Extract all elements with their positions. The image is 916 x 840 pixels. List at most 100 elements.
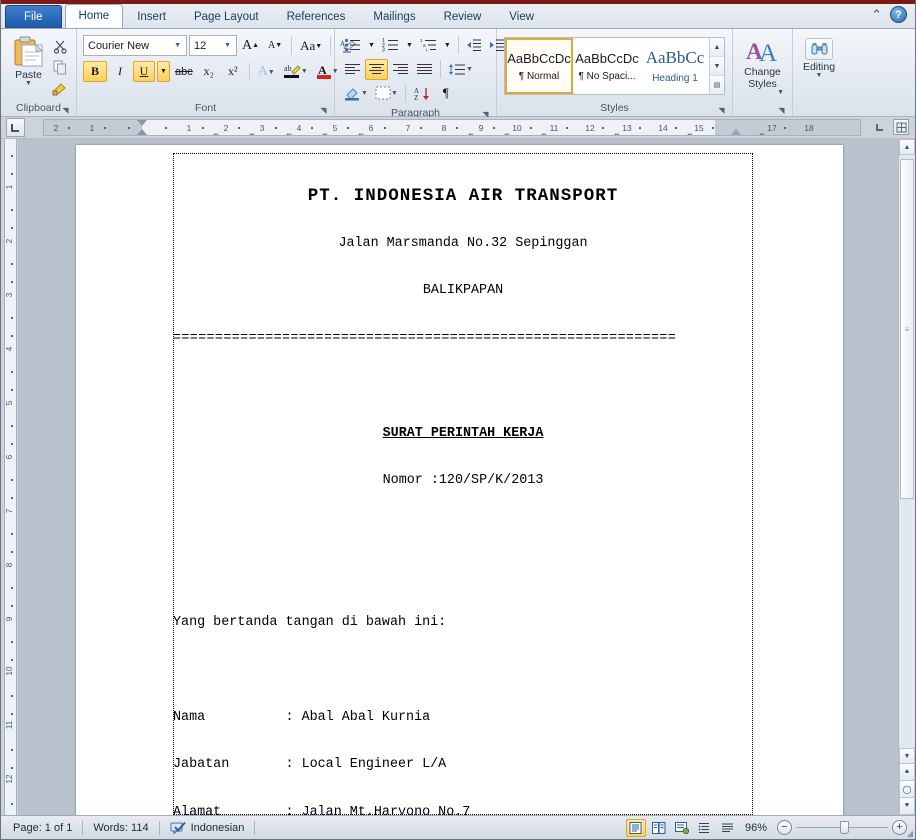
print-layout-view-button[interactable] (625, 818, 646, 837)
editing-dropdown-icon[interactable]: ▼ (816, 72, 823, 79)
zoom-track[interactable] (796, 821, 888, 834)
styles-dialog-launcher[interactable]: ◥ (717, 106, 726, 115)
proofing-status[interactable]: Indonesian (160, 821, 255, 834)
styles-more-button[interactable]: ▤ (710, 76, 724, 94)
bold-button[interactable]: B (83, 61, 107, 82)
style-no-spacing[interactable]: AaBbCcDc ¶ No Spaci... (573, 38, 641, 94)
minimize-ribbon-icon[interactable]: ⌃ (871, 7, 882, 23)
tab-view[interactable]: View (495, 6, 548, 28)
cut-button[interactable] (50, 37, 70, 55)
align-right-button[interactable] (389, 59, 412, 80)
copy-button[interactable] (50, 58, 70, 76)
font-name-combo[interactable]: Courier New ▼ (83, 35, 187, 56)
numbering-button[interactable]: 1 2 3 (379, 35, 402, 56)
align-left-button[interactable] (341, 59, 364, 80)
multilevel-list-button[interactable]: 1 a i (417, 35, 440, 56)
numbering-dropdown-icon[interactable]: ▼ (403, 35, 416, 56)
strikethrough-button[interactable]: abc (172, 61, 196, 82)
bullets-dropdown-icon[interactable]: ▼ (365, 35, 378, 56)
change-case-button[interactable]: Aa ▼ (297, 35, 325, 56)
hanging-indent-marker[interactable] (731, 128, 741, 135)
outline-view-button[interactable] (695, 819, 715, 837)
scroll-down-button[interactable]: ▼ (899, 748, 915, 764)
zoom-in-button[interactable]: + (892, 820, 907, 835)
styles-scroll-up-button[interactable]: ▲ (710, 38, 724, 57)
text-effects-button[interactable]: A ▼ (255, 61, 278, 82)
tab-file[interactable]: File (5, 5, 62, 28)
page-indicator[interactable]: Page: 1 of 1 (3, 822, 82, 834)
tab-review[interactable]: Review (430, 6, 496, 28)
vertical-scrollbar[interactable]: ▲ ≡ ▼ ⯅ ◯ ⯆ (898, 139, 915, 815)
previous-page-button[interactable]: ⯅ (899, 764, 915, 781)
decrease-indent-button[interactable] (463, 35, 485, 56)
styles-scroll-down-button[interactable]: ▼ (710, 57, 724, 76)
web-layout-view-button[interactable] (672, 819, 692, 837)
tab-insert[interactable]: Insert (123, 6, 180, 28)
chevron-down-icon[interactable]: ▼ (221, 42, 234, 49)
vertical-ruler[interactable]: 1 2 3 4 5 6 7 8 9 10 11 12 (1, 139, 19, 815)
horizontal-ruler[interactable]: 2 1 1 2 3 4 5 6 7 8 9 10 11 12 13 14 15 … (43, 119, 861, 136)
select-browse-object-button[interactable]: ◯ (899, 781, 915, 798)
font-size-combo[interactable]: 12 ▼ (189, 35, 237, 56)
change-styles-dropdown-icon[interactable]: ▼ (777, 89, 784, 96)
full-screen-reading-view-button[interactable] (649, 819, 669, 837)
change-styles-button[interactable]: A A Change Styles ▼ (739, 36, 786, 96)
scroll-up-button[interactable]: ▲ (899, 139, 915, 155)
multilevel-dropdown-icon[interactable]: ▼ (441, 35, 454, 56)
style-normal[interactable]: AaBbCcDc ¶ Normal (505, 38, 573, 94)
left-tab-stop-icon (875, 122, 885, 132)
justify-button[interactable] (413, 59, 436, 80)
help-icon[interactable]: ? (890, 6, 907, 23)
paste-dropdown-icon[interactable]: ▼ (25, 80, 32, 87)
editing-button[interactable]: Editing ▼ (799, 36, 839, 81)
draft-view-button[interactable] (718, 819, 738, 837)
paste-button[interactable]: Paste ▼ (7, 34, 50, 87)
line-spacing-button[interactable]: ▼ (445, 59, 476, 80)
resize-grip[interactable]: ◢ (907, 829, 913, 838)
show-formatting-marks-button[interactable]: ¶ (435, 83, 457, 104)
left-indent-marker[interactable] (137, 129, 147, 135)
italic-button[interactable]: I (109, 61, 131, 82)
bullets-button[interactable] (341, 35, 364, 56)
superscript-button[interactable]: x² (222, 61, 244, 82)
style-preview: AaBbCcDc (507, 50, 571, 66)
align-center-button[interactable] (365, 58, 388, 80)
editing-group-label (796, 101, 842, 116)
change-styles-dialog-launcher[interactable]: ◥ (777, 106, 786, 115)
next-page-button[interactable]: ⯆ (899, 798, 915, 815)
tab-stop-selector[interactable] (6, 118, 25, 137)
first-line-indent-marker[interactable] (137, 120, 147, 126)
zoom-thumb[interactable] (840, 821, 849, 834)
font-dialog-launcher[interactable]: ◥ (319, 106, 328, 115)
tab-references[interactable]: References (273, 6, 360, 28)
underline-dropdown-icon[interactable]: ▼ (157, 61, 170, 82)
subscript-button[interactable]: x₂ (198, 61, 220, 82)
toggle-ruler-button[interactable] (893, 119, 909, 135)
language-indicator[interactable]: Indonesian (191, 822, 245, 834)
document-page[interactable]: PT. INDONESIA AIR TRANSPORT Jalan Marsma… (76, 145, 843, 815)
doc-line-blank (173, 520, 753, 536)
tab-page-layout[interactable]: Page Layout (180, 6, 273, 28)
zoom-level[interactable]: 96% (741, 822, 774, 834)
zoom-out-button[interactable]: − (777, 820, 792, 835)
scroll-track[interactable]: ≡ (899, 155, 915, 748)
document-text[interactable]: PT. INDONESIA AIR TRANSPORT Jalan Marsma… (173, 157, 753, 815)
underline-button[interactable]: U (133, 61, 155, 82)
highlight-button[interactable]: ab ▼ (280, 61, 311, 82)
document-canvas[interactable]: PT. INDONESIA AIR TRANSPORT Jalan Marsma… (19, 139, 898, 815)
style-heading-1[interactable]: AaBbCс Heading 1 (641, 38, 709, 94)
shrink-font-button[interactable]: A ▼ (264, 35, 286, 56)
chevron-down-icon[interactable]: ▼ (171, 42, 184, 49)
borders-button[interactable]: ▼ (372, 83, 401, 104)
paste-icon (12, 36, 46, 68)
word-count[interactable]: Words: 114 (83, 822, 158, 834)
scroll-thumb[interactable]: ≡ (900, 159, 914, 499)
format-painter-button[interactable] (50, 79, 70, 97)
tab-mailings[interactable]: Mailings (359, 6, 429, 28)
tab-home[interactable]: Home (64, 4, 124, 28)
clipboard-dialog-launcher[interactable]: ◥ (61, 106, 70, 115)
grow-font-button[interactable]: A ▲ (239, 35, 262, 56)
zoom-slider[interactable]: − + (777, 820, 907, 835)
shading-button[interactable]: ▼ (341, 83, 371, 104)
sort-button[interactable]: A Z (410, 83, 434, 104)
